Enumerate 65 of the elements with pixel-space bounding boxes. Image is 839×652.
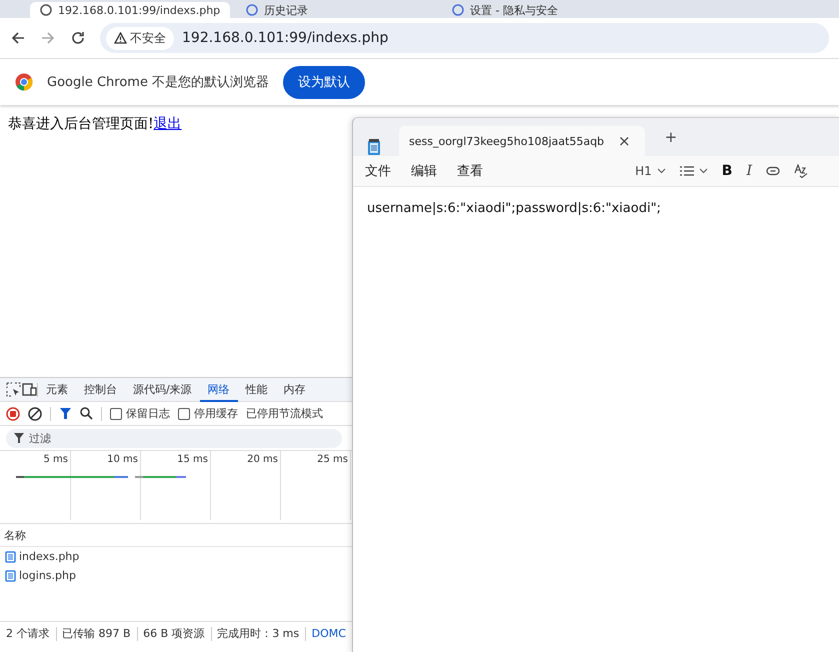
devtools-tab[interactable]: 网络 [200, 378, 238, 402]
status-item[interactable]: DOMC [312, 627, 346, 640]
devtools-tab[interactable]: 控制台 [76, 378, 125, 402]
column-header: 名称 [0, 524, 352, 547]
inspect-icon[interactable] [6, 382, 21, 397]
status-item: 66 B 项资源 [143, 626, 205, 641]
back-icon[interactable] [10, 30, 26, 46]
devtools-tab[interactable]: 元素 [38, 378, 76, 402]
heading-dropdown[interactable]: H1 [635, 164, 666, 178]
device-icon[interactable] [21, 382, 37, 397]
search-icon[interactable] [80, 407, 93, 420]
timeline-tick: 20 ms [211, 451, 281, 520]
status-item: 2 个请求 [6, 626, 50, 641]
filter-icon[interactable] [59, 407, 72, 420]
page-message: 恭喜进入后台管理页面!退出 [8, 116, 182, 132]
security-chip[interactable]: 不安全 [106, 26, 174, 50]
link-icon[interactable] [766, 166, 780, 176]
list-icon [680, 166, 694, 176]
request-row[interactable]: indexs.php [0, 547, 352, 566]
browser-tab[interactable]: 设置 - 隐私与安全 [442, 2, 642, 18]
reload-icon[interactable] [70, 30, 86, 46]
document-tab[interactable]: sess_oorgl73keeg5ho108jaat55aqb × [399, 126, 645, 156]
notepad-icon [367, 138, 381, 156]
document-text: username|s:6:"xiaodi";password|s:6:"xiaodi"; [366, 200, 662, 218]
list-dropdown[interactable] [680, 166, 708, 176]
menu-item[interactable]: 编辑 [411, 162, 437, 180]
browser-tab[interactable]: 192.168.0.101:99/indexs.php [30, 2, 230, 18]
globe-icon [452, 4, 464, 16]
record-icon[interactable] [6, 406, 20, 420]
clear-icon[interactable] [28, 406, 42, 420]
filter-field[interactable]: 过滤 [6, 428, 342, 448]
document-icon [5, 550, 16, 562]
new-tab-button[interactable]: + [660, 128, 682, 146]
checkbox-option[interactable]: 停用缓存 [178, 406, 238, 421]
request-row[interactable]: logins.php [0, 566, 352, 585]
browser-tab[interactable]: 历史记录 [236, 2, 436, 18]
timeline-tick: 25 ms [281, 451, 351, 520]
checkbox[interactable] [178, 408, 190, 420]
chrome-logo-icon [15, 73, 33, 91]
filter-icon [14, 433, 24, 443]
status-item: 已传输 897 B [62, 626, 131, 641]
document-icon [5, 570, 16, 582]
set-default-button[interactable]: 设为默认 [283, 66, 366, 98]
italic-button[interactable]: I [746, 163, 752, 179]
throttling-dropdown[interactable]: 已停用节流模式 [246, 406, 323, 421]
spellcheck-icon[interactable] [794, 164, 808, 178]
globe-icon [40, 4, 52, 16]
logout-link[interactable]: 退出 [154, 116, 182, 132]
devtools-tab[interactable]: 内存 [276, 378, 314, 402]
checkbox[interactable] [110, 408, 122, 420]
address-bar[interactable]: 不安全 192.168.0.101:99/indexs.php [100, 23, 829, 53]
chevron-down-icon [656, 168, 666, 174]
close-tab-button[interactable]: × [614, 132, 635, 150]
devtools-tab[interactable]: 性能 [238, 378, 276, 402]
warning-icon [114, 32, 127, 44]
status-item: 完成用时：3 ms [217, 626, 300, 641]
checkbox-option[interactable]: 保留日志 [110, 406, 170, 421]
menu-item[interactable]: 查看 [457, 162, 483, 180]
chevron-down-icon [698, 168, 708, 174]
info-message: Google Chrome 不是您的默认浏览器 [47, 74, 270, 91]
globe-icon [246, 4, 258, 16]
url-text: 192.168.0.101:99/indexs.php [182, 30, 388, 46]
bold-button[interactable]: B [722, 163, 732, 179]
menu-item[interactable]: 文件 [365, 162, 391, 180]
devtools-tab[interactable]: 源代码/来源 [125, 378, 200, 402]
